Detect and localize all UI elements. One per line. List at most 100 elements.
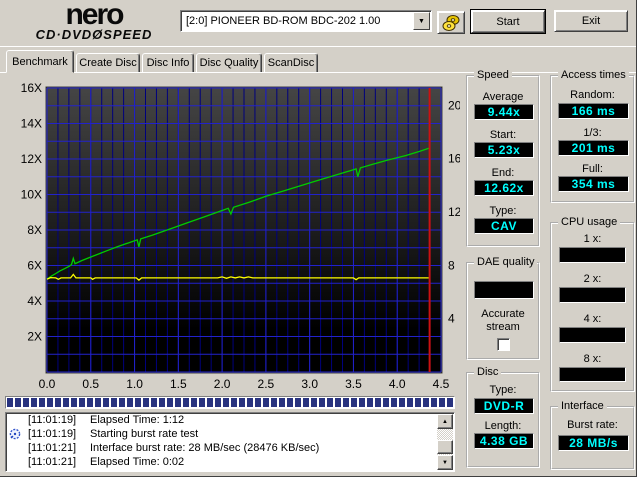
start-button[interactable]: Start	[471, 10, 545, 33]
cpu-1x-label: 1 x:	[552, 233, 633, 245]
svg-text:4: 4	[448, 312, 455, 326]
scrollbar-thumb[interactable]	[437, 440, 453, 454]
svg-text:0.5: 0.5	[82, 377, 99, 391]
dae-quality-group-title: DAE quality	[474, 256, 537, 268]
progress-bar-fill	[7, 398, 453, 407]
dae-quality-value	[474, 281, 534, 299]
tab-scandisc[interactable]: ScanDisc	[264, 53, 318, 73]
svg-text:16: 16	[448, 152, 460, 166]
full-label: Full:	[552, 163, 633, 175]
cpu-8x-label: 8 x:	[552, 353, 633, 365]
svg-text:8X: 8X	[27, 223, 42, 237]
cpu-4x-label: 4 x:	[552, 313, 633, 325]
type-label: Type:	[468, 205, 538, 217]
drive-selector-value: [2:0] PIONEER BD-ROM BDC-202 1.00	[181, 15, 413, 27]
cpu-usage-group: CPU usage 1 x: 2 x: 4 x: 8 x:	[550, 222, 635, 392]
log-list: [11:01:19] Elapsed Time: 1:12 [11:01:19]…	[5, 412, 455, 472]
log-entry[interactable]: [11:01:19] Starting burst rate test	[6, 427, 454, 441]
svg-text:14X: 14X	[21, 117, 42, 131]
disc-logo-icon: Ø	[92, 27, 103, 42]
disc-length-label: Length:	[468, 420, 538, 432]
interface-group: Interface Burst rate: 28 MB/s	[550, 406, 635, 470]
burst-rate-value: 28 MB/s	[558, 435, 629, 451]
svg-text:0.0: 0.0	[39, 377, 56, 391]
cpu-8x-value	[559, 367, 626, 382]
app-window: nero CD·DVDØSPEED [2:0] PIONEER BD-ROM B…	[0, 0, 637, 477]
random-label: Random:	[552, 89, 633, 101]
logo-speed-text: SPEED	[103, 27, 152, 42]
one-third-access-value: 201 ms	[558, 140, 629, 156]
end-speed-value: 12.62x	[474, 180, 534, 196]
start-label: Start:	[468, 129, 538, 141]
log-scrollbar[interactable]: ▲ ▼	[437, 414, 453, 470]
tab-create-disc[interactable]: Create Disc	[76, 53, 140, 73]
logo-cddvd-text: CD·DVD	[36, 27, 93, 42]
random-access-value: 166 ms	[558, 103, 629, 119]
disc-group: Disc Type: DVD-R Length: 4.38 GB	[466, 372, 540, 468]
log-entry[interactable]: [11:01:21] Elapsed Time: 0:02	[6, 455, 454, 469]
interface-group-title: Interface	[558, 400, 607, 412]
end-label: End:	[468, 167, 538, 179]
access-times-group: Access times Random: 166 ms 1/3: 201 ms …	[550, 75, 635, 203]
svg-text:3.5: 3.5	[345, 377, 362, 391]
svg-text:2X: 2X	[27, 330, 42, 344]
svg-text:12: 12	[448, 205, 460, 219]
average-label: Average	[468, 91, 538, 103]
exit-button[interactable]: Exit	[554, 10, 628, 32]
disc-eject-icon	[441, 14, 461, 32]
cpu-1x-value	[559, 247, 626, 263]
tab-disc-quality[interactable]: Disc Quality	[196, 53, 262, 73]
start-speed-value: 5.23x	[474, 142, 534, 158]
scroll-down-icon: ▼	[442, 460, 448, 466]
app-logo: nero CD·DVDØSPEED	[14, 2, 174, 42]
access-times-group-title: Access times	[558, 69, 629, 81]
tab-benchmark[interactable]: Benchmark	[6, 50, 74, 73]
svg-text:1.5: 1.5	[170, 377, 187, 391]
scroll-down-button[interactable]: ▼	[437, 455, 453, 470]
scroll-up-button[interactable]: ▲	[437, 414, 453, 429]
disc-type-value: DVD-R	[474, 398, 534, 414]
drive-selector[interactable]: [2:0] PIONEER BD-ROM BDC-202 1.00 ▼	[180, 10, 432, 32]
svg-text:6X: 6X	[27, 259, 42, 273]
svg-text:16X: 16X	[21, 81, 42, 95]
speed-group: Speed Average 9.44x Start: 5.23x End: 12…	[466, 75, 540, 247]
disc-length-value: 4.38 GB	[474, 433, 534, 449]
speed-graph: 2X 4X 6X 8X 10X 12X 14X 16X 4 8 12 16 20 0.0 0.5 1.0 1.5…	[2, 74, 460, 392]
disc-type-label: Type:	[468, 384, 538, 396]
accurate-stream-label: Accurate stream	[468, 308, 538, 334]
speed-type-value: CAV	[474, 218, 534, 234]
toolbar: nero CD·DVDØSPEED [2:0] PIONEER BD-ROM B…	[0, 0, 636, 47]
disc-group-title: Disc	[474, 366, 501, 378]
svg-text:2.5: 2.5	[258, 377, 275, 391]
benchmark-chart: 2X 4X 6X 8X 10X 12X 14X 16X 4 8 12 16 20 0.0 0.5 1.0 1.5…	[2, 74, 460, 392]
dropdown-button[interactable]: ▼	[413, 12, 430, 30]
svg-text:10X: 10X	[21, 188, 42, 202]
progress-bar	[5, 396, 455, 409]
svg-text:12X: 12X	[21, 152, 42, 166]
cpu-4x-value	[559, 327, 626, 343]
cpu-2x-label: 2 x:	[552, 273, 633, 285]
cpu-usage-group-title: CPU usage	[558, 216, 620, 228]
svg-text:4X: 4X	[27, 294, 42, 308]
accurate-stream-checkbox[interactable]	[497, 338, 510, 351]
chevron-down-icon: ▼	[418, 18, 425, 25]
log-entry[interactable]: [11:01:19] Elapsed Time: 1:12	[6, 413, 454, 427]
clock-icon	[9, 428, 21, 440]
svg-text:8: 8	[448, 258, 455, 272]
full-access-value: 354 ms	[558, 176, 629, 192]
tab-strip: Benchmark Create Disc Disc Info Disc Qua…	[0, 50, 636, 73]
tab-disc-info[interactable]: Disc Info	[142, 53, 194, 73]
eject-disc-button[interactable]	[437, 11, 465, 34]
scroll-up-icon: ▲	[442, 419, 448, 425]
log-entry[interactable]: [11:01:21] Interface burst rate: 28 MB/s…	[6, 441, 454, 455]
cpu-2x-value	[559, 287, 626, 303]
dae-quality-group: DAE quality Accurate stream	[466, 262, 540, 360]
burst-rate-label: Burst rate:	[552, 419, 633, 431]
svg-text:1.0: 1.0	[126, 377, 143, 391]
speed-group-title: Speed	[474, 69, 512, 81]
average-speed-value: 9.44x	[474, 104, 534, 120]
svg-text:20: 20	[448, 98, 460, 112]
one-third-label: 1/3:	[552, 127, 633, 139]
svg-text:4.5: 4.5	[433, 377, 450, 391]
svg-text:2.0: 2.0	[214, 377, 231, 391]
